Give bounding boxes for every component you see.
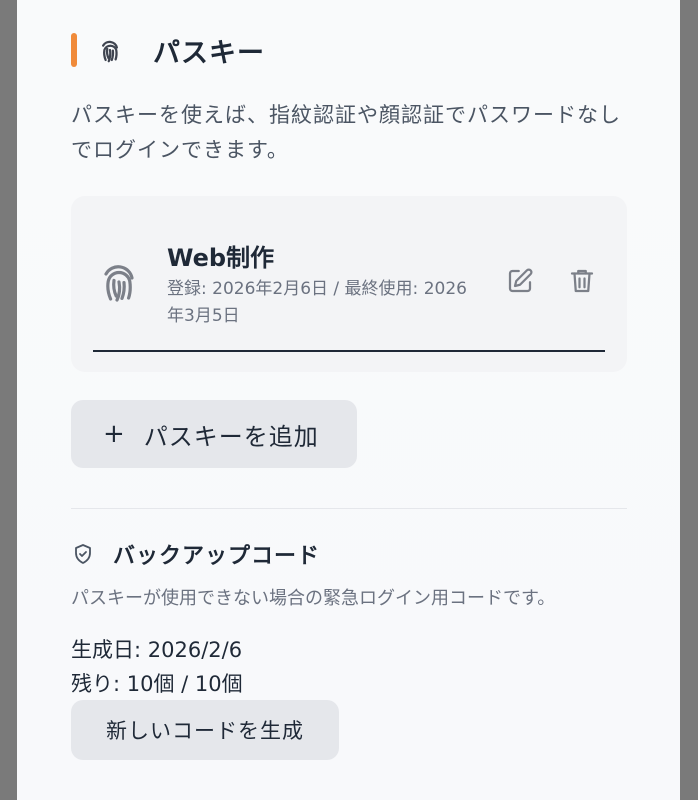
- passkey-description: パスキーを使えば、指紋認証や顔認証でパスワードなしでログインできます。: [71, 103, 621, 162]
- passkey-section-header: パスキー: [71, 30, 265, 70]
- remaining-codes: 残り: 10個 / 10個: [71, 672, 243, 696]
- edit-icon[interactable]: [505, 266, 535, 296]
- passkey-meta: 登録: 2026年2月6日 / 最終使用: 2026年3月5日: [167, 279, 467, 326]
- generate-codes-button[interactable]: 新しいコードを生成: [71, 700, 339, 760]
- fingerprint-icon: [102, 40, 118, 63]
- add-passkey-button[interactable]: + パスキーを追加: [71, 400, 357, 468]
- trash-icon[interactable]: [567, 266, 597, 296]
- add-passkey-label: パスキーを追加: [143, 422, 319, 451]
- shield-check-icon: [75, 544, 91, 564]
- passkey-name: Web制作: [167, 244, 275, 272]
- section-divider: [71, 508, 627, 509]
- section-title: パスキー: [153, 37, 265, 69]
- generated-date: 生成日: 2026/2/6: [71, 638, 243, 662]
- backup-section-header: バックアップコード: [71, 538, 320, 570]
- card-underline: [93, 350, 605, 352]
- accent-bar: [71, 33, 77, 67]
- passkey-item: Web制作 登録: 2026年2月6日 / 最終使用: 2026年3月5日: [71, 196, 627, 372]
- fingerprint-icon: [104, 265, 134, 302]
- backup-title: バックアップコード: [113, 544, 321, 569]
- security-panel: パスキー パスキーを使えば、指紋認証や顔認証でパスワードなしでログインできます。…: [17, 0, 680, 800]
- backup-description: パスキーが使用できない場合の緊急ログイン用コードです。: [71, 588, 556, 609]
- plus-icon: +: [103, 419, 126, 449]
